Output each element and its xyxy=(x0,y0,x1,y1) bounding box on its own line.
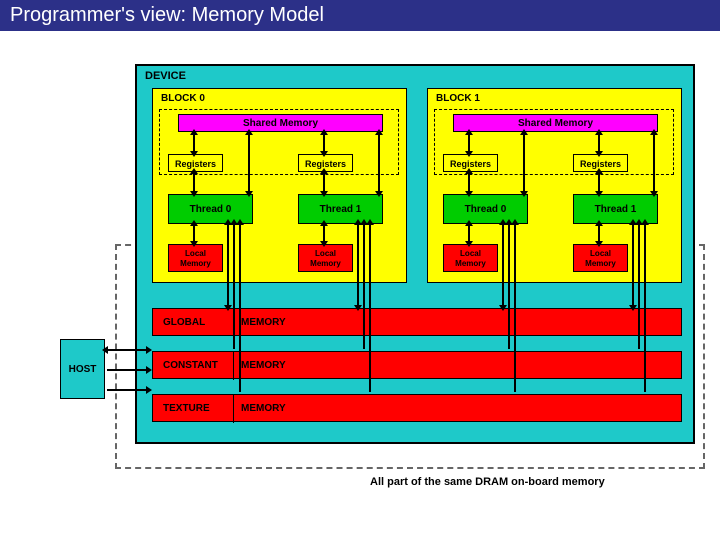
arrow xyxy=(378,134,380,192)
arrow xyxy=(502,224,504,306)
arrow xyxy=(323,225,325,242)
arrow xyxy=(323,134,325,152)
arrow xyxy=(107,389,147,391)
arrow xyxy=(233,224,235,349)
arrow xyxy=(363,224,365,349)
divider xyxy=(233,395,234,423)
arrow xyxy=(523,134,525,192)
arrow xyxy=(323,173,325,192)
device-label: DEVICE xyxy=(145,70,186,82)
block-1-label: BLOCK 1 xyxy=(436,93,480,104)
arrow xyxy=(107,369,147,371)
arrow xyxy=(107,349,147,351)
device-box: DEVICE BLOCK 0 Shared Memory Registers R… xyxy=(135,64,695,444)
arrow xyxy=(598,225,600,242)
texture-memory-bar: TEXTURE MEMORY xyxy=(152,394,682,422)
global-memory-w1: GLOBAL xyxy=(163,309,205,337)
arrow xyxy=(248,134,250,192)
divider xyxy=(233,352,234,380)
arrow xyxy=(468,173,470,192)
texture-memory-w1: TEXTURE xyxy=(163,395,210,423)
constant-memory-w1: CONSTANT xyxy=(163,352,218,380)
arrow xyxy=(508,224,510,349)
block-0-local-1: LocalMemory xyxy=(298,244,353,272)
block-1-local-1: LocalMemory xyxy=(573,244,628,272)
page-title: Programmer's view: Memory Model xyxy=(0,0,720,31)
arrow xyxy=(632,224,634,306)
arrow xyxy=(193,173,195,192)
arrow xyxy=(239,224,241,392)
diagram-stage: DEVICE BLOCK 0 Shared Memory Registers R… xyxy=(0,34,720,540)
block-1-shared-memory: Shared Memory xyxy=(453,114,658,132)
arrow xyxy=(598,134,600,152)
arrow xyxy=(369,224,371,392)
arrow xyxy=(193,134,195,152)
block-1-local-0: LocalMemory xyxy=(443,244,498,272)
dram-caption: All part of the same DRAM on-board memor… xyxy=(370,476,605,488)
global-memory-bar: GLOBAL MEMORY xyxy=(152,308,682,336)
block-0-local-0: LocalMemory xyxy=(168,244,223,272)
arrow xyxy=(468,225,470,242)
arrow xyxy=(644,224,646,392)
constant-memory-w2: MEMORY xyxy=(241,352,286,380)
arrow xyxy=(193,225,195,242)
arrow xyxy=(468,134,470,152)
texture-memory-w2: MEMORY xyxy=(241,395,286,423)
block-0-shared-memory: Shared Memory xyxy=(178,114,383,132)
arrow xyxy=(357,224,359,306)
arrow xyxy=(227,224,229,306)
arrow xyxy=(514,224,516,392)
block-0-label: BLOCK 0 xyxy=(161,93,205,104)
global-memory-w2: MEMORY xyxy=(241,309,286,337)
arrow xyxy=(638,224,640,349)
constant-memory-bar: CONSTANT MEMORY xyxy=(152,351,682,379)
arrow xyxy=(598,173,600,192)
host-box: HOST xyxy=(60,339,105,399)
arrow xyxy=(653,134,655,192)
